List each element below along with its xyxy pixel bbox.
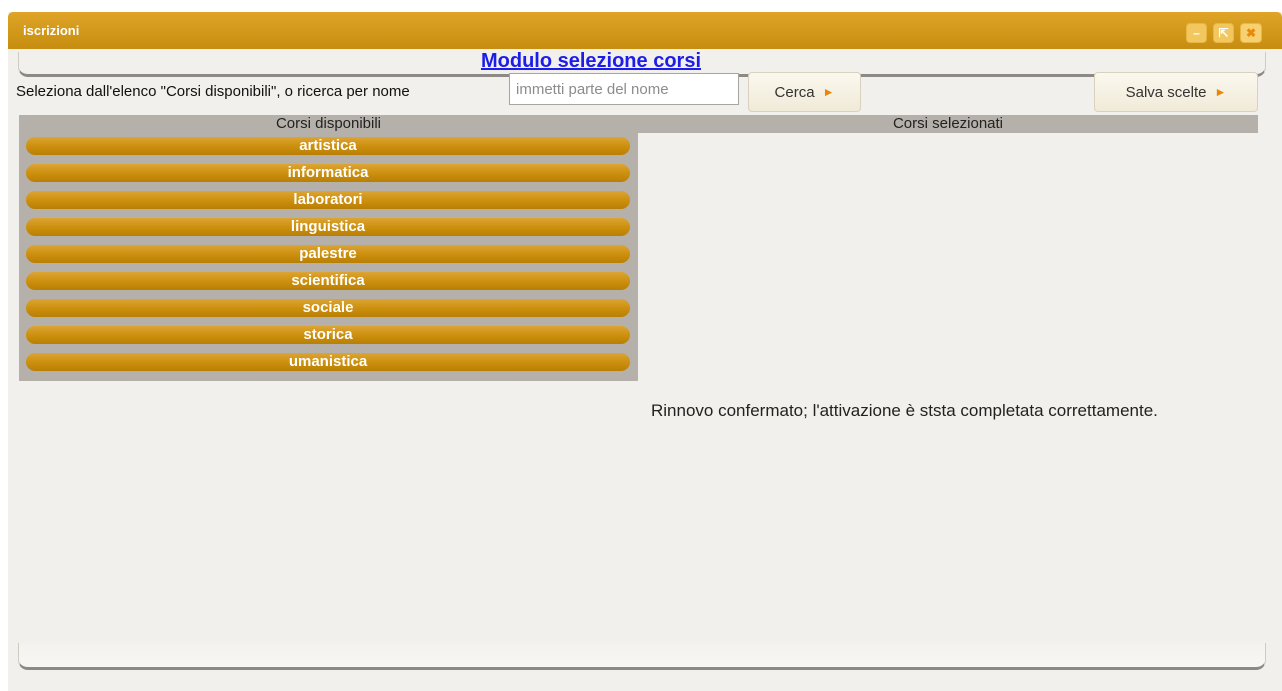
instructions-label: Seleziona dall'elenco "Corsi disponibili… — [16, 83, 410, 100]
form-footer-bar — [18, 643, 1266, 670]
arrow-right-icon: ► — [1214, 85, 1227, 99]
course-item-sociale[interactable]: sociale — [26, 299, 630, 317]
course-item-artistica[interactable]: artistica — [26, 137, 630, 155]
available-courses-header: Corsi disponibili — [275, 115, 382, 132]
course-item-scientifica[interactable]: scientifica — [26, 272, 630, 290]
course-item-umanistica[interactable]: umanistica — [26, 353, 630, 371]
search-input[interactable] — [509, 73, 739, 105]
selected-courses-header: Corsi selezionati — [638, 115, 1258, 133]
window-titlebar[interactable]: iscrizioni – ⇱ ✖ — [8, 12, 1282, 49]
close-icon[interactable]: ✖ — [1240, 23, 1262, 43]
status-message: Rinnovo confermato; l'attivazione è stst… — [651, 401, 1158, 420]
available-courses-panel: Corsi disponibili artistica informatica … — [19, 115, 638, 381]
external-window-icon[interactable]: ⇱ — [1213, 23, 1234, 43]
search-button-label: Cerca — [774, 83, 815, 101]
course-item-laboratori[interactable]: laboratori — [26, 191, 630, 209]
arrow-right-icon: ► — [822, 85, 835, 99]
save-choices-button[interactable]: Salva scelte ► — [1094, 72, 1258, 112]
save-button-label: Salva scelte — [1125, 83, 1207, 101]
window-title: iscrizioni — [23, 23, 80, 38]
course-item-linguistica[interactable]: linguistica — [26, 218, 630, 236]
form-title: Modulo selezione corsi — [480, 50, 702, 72]
minimize-icon[interactable]: – — [1186, 23, 1207, 43]
course-item-informatica[interactable]: informatica — [26, 164, 630, 182]
course-item-storica[interactable]: storica — [26, 326, 630, 344]
search-button[interactable]: Cerca ► — [748, 72, 861, 112]
course-item-palestre[interactable]: palestre — [26, 245, 630, 263]
